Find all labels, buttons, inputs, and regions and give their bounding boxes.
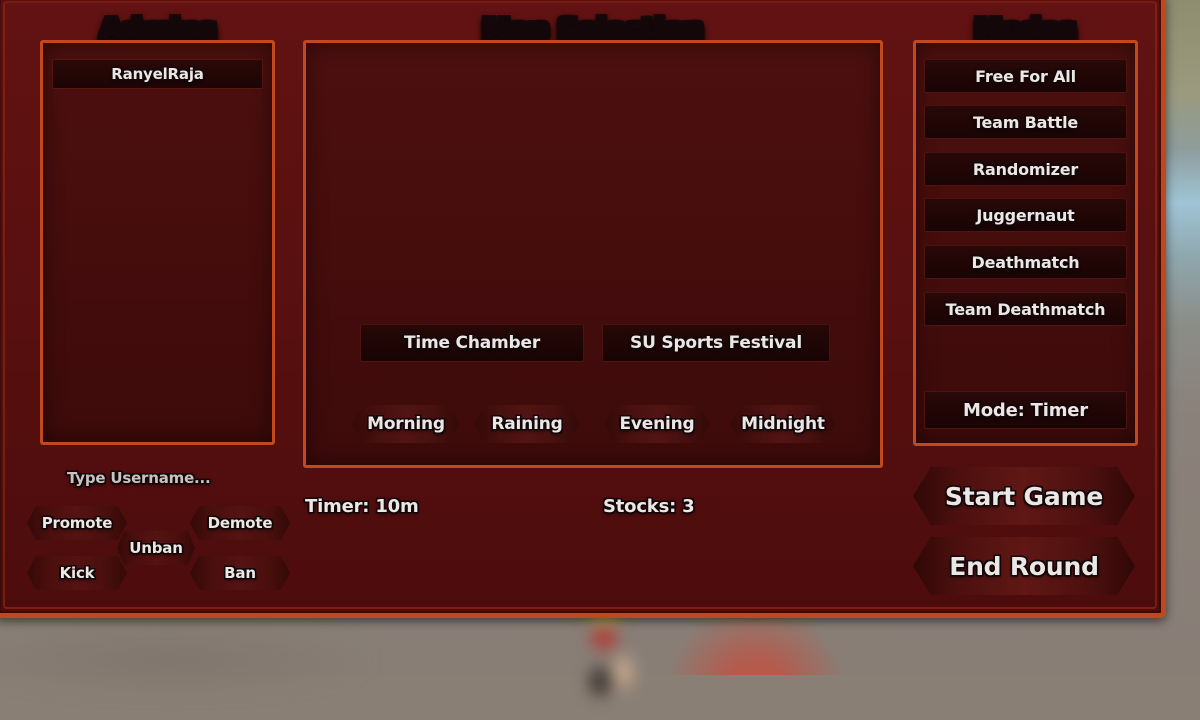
admins-list-panel: RanyelRaja bbox=[40, 40, 275, 445]
backdrop-character-blur bbox=[556, 600, 652, 720]
mode-button-free-for-all[interactable]: Free For All bbox=[924, 59, 1127, 93]
unban-button[interactable]: Unban bbox=[117, 531, 195, 565]
map-button-su-sports-festival[interactable]: SU Sports Festival bbox=[602, 324, 830, 362]
time-of-day-button-raining[interactable]: Raining bbox=[474, 405, 580, 443]
demote-button[interactable]: Demote bbox=[190, 506, 290, 540]
username-input-placeholder[interactable]: Type Username... bbox=[67, 469, 211, 487]
mode-button-deathmatch[interactable]: Deathmatch bbox=[924, 245, 1127, 279]
time-of-day-button-midnight[interactable]: Midnight bbox=[730, 405, 836, 443]
mode-button-juggernaut[interactable]: Juggernaut bbox=[924, 198, 1127, 232]
mode-button-team-deathmatch[interactable]: Team Deathmatch bbox=[924, 292, 1127, 326]
admin-panel-inner: Admins RanyelRaja Type Username... Promo… bbox=[3, 1, 1157, 609]
admin-panel-window: Admins RanyelRaja Type Username... Promo… bbox=[0, 0, 1166, 618]
map-button-time-chamber[interactable]: Time Chamber bbox=[360, 324, 584, 362]
promote-button[interactable]: Promote bbox=[27, 506, 127, 540]
mode-button-randomizer[interactable]: Randomizer bbox=[924, 152, 1127, 186]
ban-button[interactable]: Ban bbox=[190, 556, 290, 590]
start-game-button[interactable]: Start Game bbox=[913, 467, 1135, 525]
map-selection-panel: Time Chamber SU Sports Festival Morning … bbox=[303, 40, 883, 468]
mode-button-team-battle[interactable]: Team Battle bbox=[924, 105, 1127, 139]
timer-setting-label[interactable]: Timer: 10m bbox=[305, 496, 419, 517]
backdrop-blur-left bbox=[0, 625, 380, 695]
admin-list-item[interactable]: RanyelRaja bbox=[52, 59, 263, 89]
time-of-day-button-morning[interactable]: Morning bbox=[352, 405, 460, 443]
modes-list-panel: Free For All Team Battle Randomizer Jugg… bbox=[913, 40, 1138, 446]
end-round-button[interactable]: End Round bbox=[913, 537, 1135, 595]
mode-toggle-button[interactable]: Mode: Timer bbox=[924, 391, 1127, 429]
stocks-setting-label[interactable]: Stocks: 3 bbox=[603, 496, 694, 517]
time-of-day-button-evening[interactable]: Evening bbox=[604, 405, 710, 443]
kick-button[interactable]: Kick bbox=[27, 556, 127, 590]
